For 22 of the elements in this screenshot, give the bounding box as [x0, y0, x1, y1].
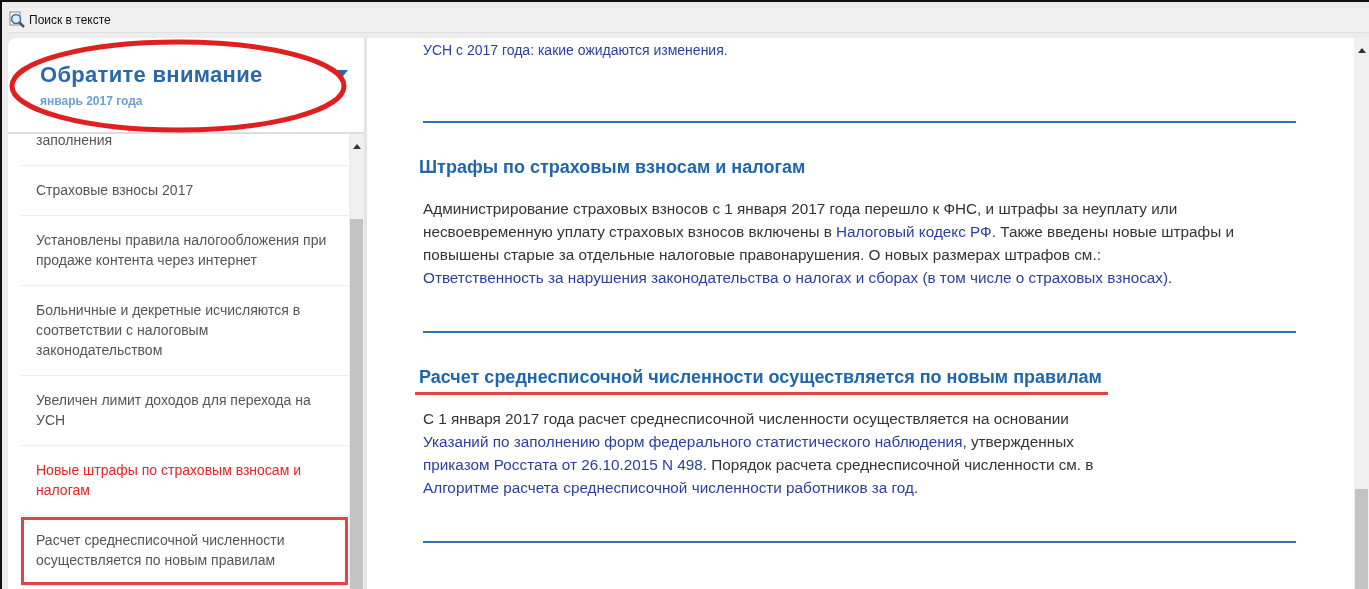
scroll-up-icon[interactable]: [1357, 48, 1366, 53]
search-icon[interactable]: [8, 11, 26, 29]
text-link[interactable]: Алгоритме расчета среднесписочной численности работников за год: [423, 479, 914, 496]
text-link[interactable]: приказом Росстата от 26.10.2015 N 498: [423, 456, 703, 473]
article-link[interactable]: УСН с 2017 года: какие ожидаются изменения.: [423, 41, 1296, 59]
sidebar-subtitle: январь 2017 года: [40, 94, 144, 108]
scroll-up-icon[interactable]: [352, 144, 361, 149]
text-link[interactable]: Налоговый кодекс РФ: [836, 223, 992, 240]
text-link[interactable]: Указаний по заполнению форм федерального статистического наблюдения: [423, 433, 963, 450]
sidebar-item[interactable]: Расчет среднесписочной численности осуществляется по новым правилам: [20, 516, 349, 586]
section-heading: Штрафы по страховым взносам и налогам: [418, 157, 807, 179]
scrollbar-thumb[interactable]: [350, 219, 363, 589]
section-paragraph: С 1 января 2017 года расчет среднесписочной численности осуществляется на основании Указаний по заполнению форм федерального статистического наблюдения, утвержденных приказом Росстата от 26.10.2015 N 498. Порядок расчета среднесписочной численности см. в Алгоритме расчета среднесписочной численности работников за год.: [423, 409, 1095, 498]
scrollbar[interactable]: [1354, 38, 1369, 589]
text-link[interactable]: Ответственность за нарушения законодательства о налогах и сборах (в том числе о страховых взносах): [423, 269, 1169, 286]
scrollbar[interactable]: [349, 134, 364, 589]
section-heading: Расчет среднесписочной численности осуществляется по новым правилам: [415, 367, 1108, 395]
search-in-text-label[interactable]: Поиск в тексте: [29, 13, 111, 27]
scrollbar-thumb[interactable]: [1355, 489, 1368, 589]
section-paragraph: Администрирование страховых взносов с 1 января 2017 года перешло к ФНС, и штрафы за неуплату или несвоевременную уплату страховых взносов включены в Налоговый кодекс РФ. Также введены новые штрафы и повышены старые за отдельные налоговые правонарушения. О новых размерах штрафов см.: Ответственность за нарушения законодательства о налогах и сборах (в том числе о страховых взносах).: [423, 199, 1235, 288]
sidebar-item[interactable]: заполнения: [20, 116, 349, 166]
sidebar-title: Обратите внимание: [40, 62, 264, 88]
